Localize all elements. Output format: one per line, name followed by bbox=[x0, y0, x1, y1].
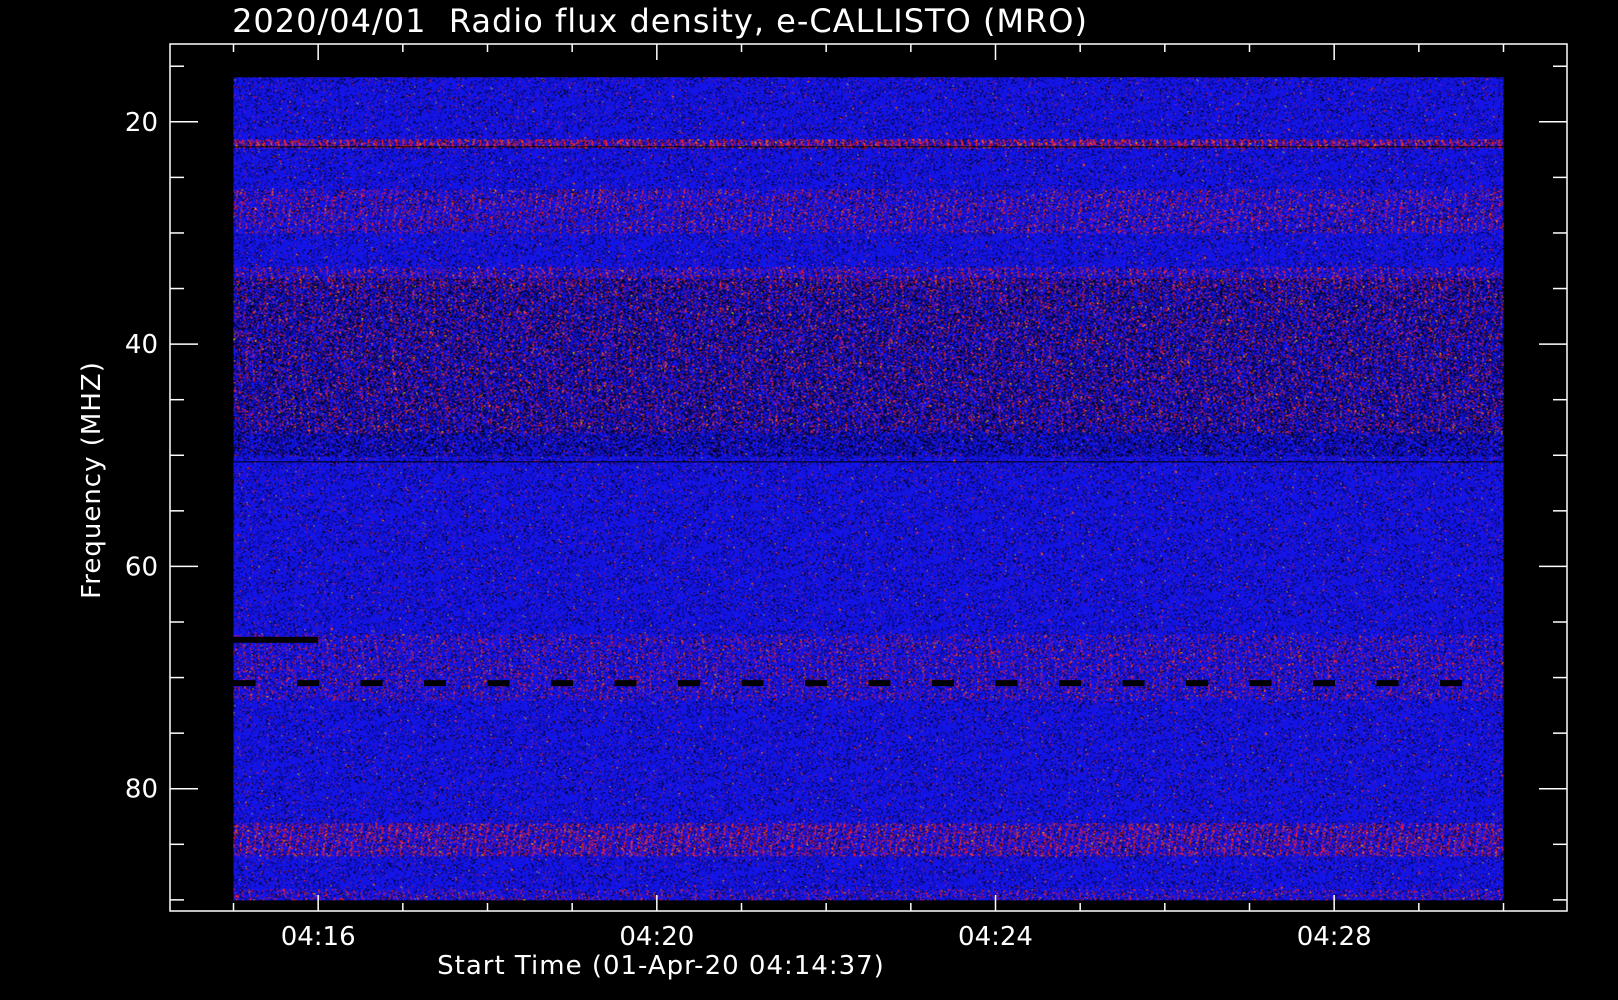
dash-marker bbox=[614, 680, 637, 687]
plot-area bbox=[233, 77, 1504, 901]
dash-marker bbox=[424, 680, 446, 687]
y-tick-label: 80 bbox=[125, 775, 158, 805]
chart-title: 2020/04/01 Radio flux density, e-CALLIST… bbox=[232, 2, 1088, 40]
dash-marker bbox=[1249, 680, 1272, 687]
y-tick-label: 20 bbox=[125, 108, 158, 138]
y-axis-label: Frequency (MHZ) bbox=[77, 361, 107, 599]
dash-marker bbox=[233, 680, 256, 687]
dash-marker bbox=[1313, 680, 1335, 687]
heatmap-texture bbox=[233, 77, 1504, 901]
x-tick-label: 04:20 bbox=[619, 922, 694, 952]
dash-marker bbox=[868, 680, 891, 687]
dash-marker bbox=[297, 680, 319, 687]
x-axis-label: Start Time (01-Apr-20 04:14:37) bbox=[437, 951, 885, 981]
dash-marker bbox=[741, 680, 764, 687]
dash-marker bbox=[1440, 680, 1462, 687]
dash-marker bbox=[1122, 680, 1145, 687]
spectrogram-chart: 2020/04/01 Radio flux density, e-CALLIST… bbox=[77, 2, 1568, 981]
x-tick-label: 04:28 bbox=[1297, 922, 1372, 952]
dash-marker bbox=[1186, 680, 1208, 687]
dash-marker bbox=[360, 680, 383, 687]
dash-marker bbox=[1059, 680, 1081, 687]
bar-marker bbox=[233, 636, 319, 643]
dash-marker bbox=[1376, 680, 1399, 687]
dash-marker bbox=[995, 680, 1018, 687]
y-tick-label: 60 bbox=[125, 552, 158, 582]
dash-marker bbox=[487, 680, 510, 687]
dash-marker bbox=[678, 680, 700, 687]
y-tick-label: 40 bbox=[125, 330, 158, 360]
dash-marker bbox=[805, 680, 827, 687]
dash-marker bbox=[932, 680, 954, 687]
x-tick-label: 04:16 bbox=[281, 922, 356, 952]
dash-marker bbox=[551, 680, 573, 687]
x-tick-label: 04:24 bbox=[958, 922, 1033, 952]
